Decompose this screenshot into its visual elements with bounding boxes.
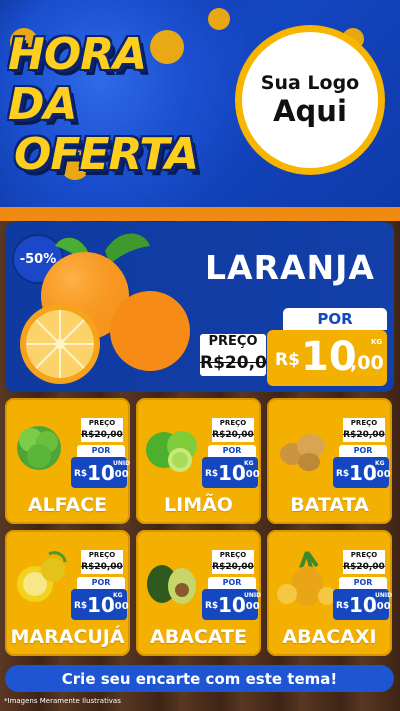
por-label: POR [77, 445, 125, 457]
price-label: PREÇO [343, 550, 385, 560]
por-label: POR [77, 577, 125, 589]
product-name: ALFACE [27, 494, 108, 516]
price-cents: ,00 [373, 469, 391, 480]
orange-slice-decoration [208, 8, 230, 30]
price-unit: UNID [244, 592, 262, 599]
por-label: POR [208, 445, 256, 457]
price-cents: ,00 [111, 469, 129, 480]
price-unit: KG [113, 592, 123, 599]
product-name: ABACAXI [282, 626, 377, 648]
price-unit: UNID [375, 592, 393, 599]
old-price: R$20,00 [81, 560, 123, 574]
por-label: POR [339, 577, 387, 589]
price-cents: ,00 [373, 601, 391, 612]
price-cents: ,00 [242, 469, 260, 480]
currency-symbol: R$ [74, 601, 88, 611]
old-price: R$20,00 [212, 560, 254, 574]
price-label: PREÇO [343, 418, 385, 428]
disclaimer-text: *Imagens Meramente Ilustrativas [4, 697, 121, 705]
currency-symbol: R$ [205, 469, 219, 479]
potato-icon [280, 434, 325, 471]
lime-icon [146, 431, 197, 472]
product-price: R$ 10,00 UNID [333, 589, 393, 620]
product-price: R$ 10,00 UNID [71, 457, 131, 488]
product-card[interactable]: PREÇO R$20,00 POR R$ 10,00 UNID ALFACE [5, 398, 130, 524]
price-unit: KG [244, 460, 254, 467]
currency-symbol: R$ [275, 350, 300, 370]
currency-symbol: R$ [74, 469, 88, 479]
logo-text-line-1: Sua Logo [260, 72, 360, 94]
product-card[interactable]: PREÇO R$20,00 POR R$ 10,00 UNID ABACATE [136, 530, 261, 656]
featured-price: R$ 10 ,00 KG [267, 330, 387, 386]
product-card[interactable]: PREÇO R$20,00 POR R$ 10,00 KG MARACUJÁ [5, 530, 130, 656]
old-price: R$20,00 [343, 560, 385, 574]
price-label: PREÇO [200, 334, 266, 350]
product-name: ABACATE [149, 626, 247, 648]
logo-text-line-2: Aqui [273, 94, 347, 128]
price-label: PREÇO [212, 418, 254, 428]
product-price: R$ 10,00 KG [71, 589, 129, 620]
price-cents: ,00 [350, 352, 384, 374]
header-divider [0, 207, 400, 221]
title-line-2: OFERTA [14, 129, 199, 180]
old-price: R$20,00 [200, 350, 279, 376]
product-price: R$ 10,00 KG [202, 457, 260, 488]
hero-title: HORA DA OFERTA [8, 30, 228, 180]
price-unit: KG [371, 338, 383, 346]
currency-symbol: R$ [205, 601, 219, 611]
create-flyer-button[interactable]: Crie seu encarte com este tema! [5, 665, 394, 692]
price-unit: UNID [113, 460, 131, 467]
product-price: R$ 10,00 KG [333, 457, 391, 488]
product-name: MARACUJÁ [10, 626, 125, 648]
price-cents: ,00 [111, 601, 129, 612]
price-integer: 10 [301, 334, 357, 380]
featured-product-name: LARANJA [205, 248, 375, 287]
pineapple-icon [277, 550, 335, 606]
price-unit: KG [375, 460, 385, 467]
featured-product-card[interactable]: -50% LARANJA PREÇO R$20,00 POR R$ 10 ,00… [5, 222, 394, 392]
passion-fruit-icon [17, 551, 67, 602]
orange-fruit-icon [20, 233, 190, 384]
product-card[interactable]: PREÇO R$20,00 POR R$ 10,00 UNID ABACAXI [267, 530, 392, 656]
price-cents: ,00 [242, 601, 260, 612]
price-label: PREÇO [81, 418, 123, 428]
old-price: R$20,00 [81, 428, 123, 442]
price-label: PREÇO [212, 550, 254, 560]
product-name: LIMÃO [164, 494, 233, 516]
por-label: POR [339, 445, 387, 457]
logo-placeholder[interactable]: Sua Logo Aqui [242, 32, 378, 168]
product-card[interactable]: PREÇO R$20,00 POR R$ 10,00 KG LIMÃO [136, 398, 261, 524]
currency-symbol: R$ [336, 469, 350, 479]
old-price: R$20,00 [343, 428, 385, 442]
price-label: PREÇO [81, 550, 123, 560]
title-line-1: HORA DA [8, 29, 147, 130]
lettuce-icon [17, 426, 61, 470]
product-price: R$ 10,00 UNID [202, 589, 262, 620]
por-label: POR [283, 308, 387, 330]
old-price: R$20,00 [212, 428, 254, 442]
currency-symbol: R$ [336, 601, 350, 611]
header-banner: HORA DA OFERTA Sua Logo Aqui [0, 0, 400, 213]
por-label: POR [208, 577, 256, 589]
avocado-icon [147, 565, 196, 604]
product-card[interactable]: PREÇO R$20,00 POR R$ 10,00 KG BATATA [267, 398, 392, 524]
product-name: BATATA [290, 494, 369, 516]
